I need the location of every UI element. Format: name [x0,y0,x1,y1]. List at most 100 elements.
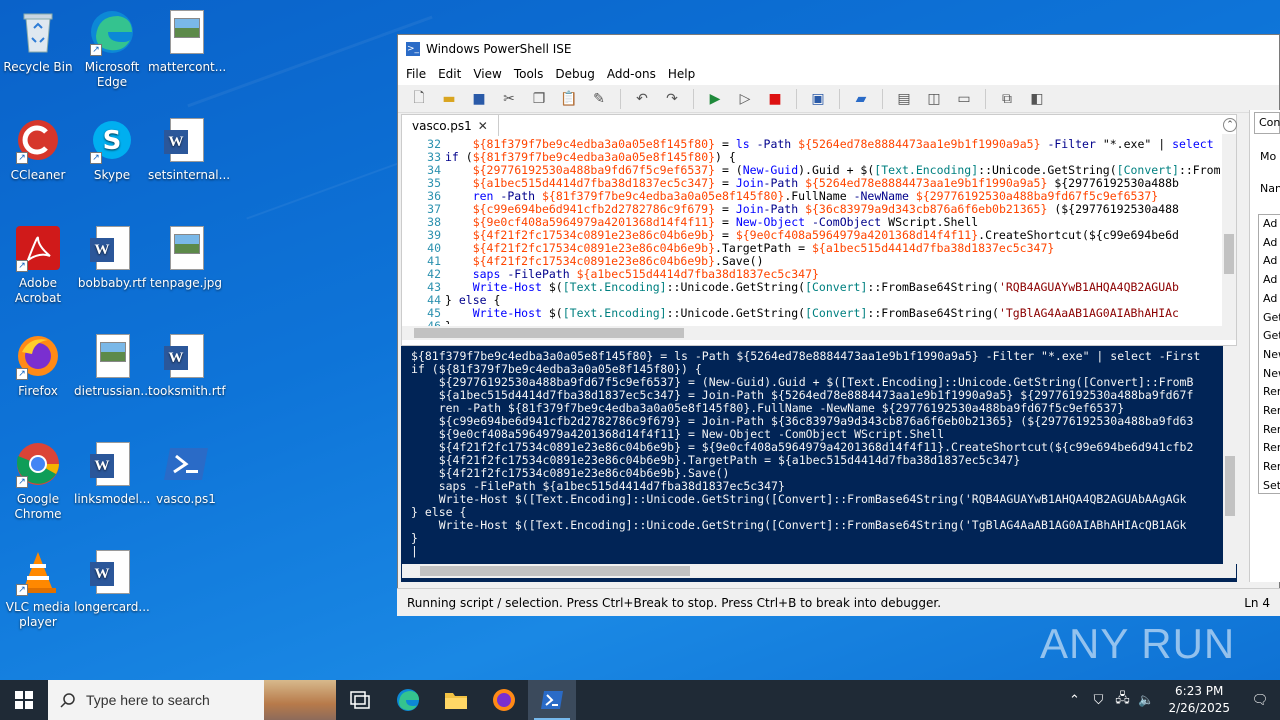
desktop-icon-label: Firefox [18,384,58,398]
collapse-script-pane-icon[interactable]: ⌃ [1223,118,1237,132]
commands-list[interactable]: AdAdAdAdAdGetGetNewNewRenRenRenRenRenSet… [1258,214,1280,494]
search-icon [60,693,75,708]
line-number-gutter: 323334353637383940414243444546 [401,138,441,333]
desktop-icon-label: setsinternal... [148,168,231,182]
desktop-icon-label: Google Chrome [14,492,62,521]
name-label: Nan [1260,182,1280,195]
desktop-icon-mattercont[interactable]: mattercont... [148,8,226,75]
command-list-item[interactable]: Get [1263,327,1280,346]
console-line: | [411,544,418,558]
console-line: Write-Host $([Text.Encoding]::Unicode.Ge… [411,518,1187,532]
desktop-icon-firefox[interactable]: ↗ Firefox [0,332,76,399]
ccleaner-icon: ↗ [14,116,62,164]
command-list-item[interactable]: Ad [1263,271,1280,290]
commands-tab[interactable]: Con [1254,112,1280,134]
desktop-icon-vasco-ps1[interactable]: vasco.ps1 [148,440,224,507]
command-list-item[interactable]: Ren [1263,439,1280,458]
command-list-item[interactable]: Ad [1263,290,1280,309]
script-tab-strip: vasco.ps1 ✕ [401,114,499,136]
command-list-item[interactable]: Set [1263,477,1280,493]
editor-vertical-scrollbar[interactable] [1222,134,1236,326]
taskbar: Type here to search ⌃ ⛉ 🖧 🔈 6:23 PM 2/26… [0,680,1280,720]
image-file-icon [88,332,136,380]
shortcut-arrow-icon: ↗ [16,476,28,488]
command-list-item[interactable]: New [1263,346,1280,365]
tab-label: vasco.ps1 [412,118,472,133]
status-text: Running script / selection. Press Ctrl+B… [407,596,942,610]
security-icon[interactable]: ⛉ [1086,693,1110,708]
command-list-item[interactable]: Ren [1263,421,1280,440]
scrollbar-thumb[interactable] [420,566,690,576]
desktop-icon-tooksmith-rtf[interactable]: W tooksmith.rtf [148,332,226,399]
commands-pane: Con Mo Nan AdAdAdAdAdGetGetNewNewRenRenR… [1249,110,1280,582]
desktop-icon-label: VLC media player [5,600,71,629]
anyrun-watermark: ANY RUN [1040,620,1236,667]
firefox-icon [493,689,515,711]
notifications-icon[interactable]: 🗨 [1240,693,1280,708]
vlc-cone-icon: ↗ [14,548,62,596]
desktop-icon-label: dietrussian... [74,384,152,398]
taskbar-firefox-button[interactable] [480,680,528,720]
command-list-item[interactable]: Ren [1263,402,1280,421]
command-list-item[interactable]: Ad [1263,215,1280,234]
command-list-item[interactable]: Ren [1263,383,1280,402]
command-list-item[interactable]: Ad [1263,234,1280,253]
task-view-button[interactable] [336,680,384,720]
show-hidden-icons-icon[interactable]: ⌃ [1062,693,1086,708]
desktop-icon-skype[interactable]: S ↗ Skype [74,116,150,183]
desktop-icon-google-chrome[interactable]: ↗ Google Chrome [0,440,76,522]
console-output-text[interactable]: ${81f379f7be9c4edba3a0a05e8f145f80} = ls… [411,350,1219,562]
word-document-icon: W [162,332,210,380]
adobe-acrobat-icon: ↗ [14,224,62,272]
desktop-icon-ccleaner[interactable]: ↗ CCleaner [0,116,76,183]
firefox-icon: ↗ [14,332,62,380]
search-placeholder: Type here to search [86,692,210,708]
code-line: Write-Host $([Text.Encoding]::Unicode.Ge… [472,280,1179,294]
desktop-icon-microsoft-edge[interactable]: ↗ Microsoft Edge [74,8,150,90]
desktop-icon-linksmodel[interactable]: W linksmodel... [74,440,150,507]
desktop-icon-label: vasco.ps1 [156,492,216,506]
desktop-icon-dietrussian[interactable]: dietrussian... [74,332,152,399]
desktop-icon-adobe-acrobat[interactable]: ↗ Adobe Acrobat [0,224,76,306]
edge-icon: ↗ [88,8,136,56]
network-icon[interactable]: 🖧 [1110,689,1134,711]
desktop-icon-label: Skype [93,168,131,182]
taskbar-edge-button[interactable] [384,680,432,720]
scrollbar-thumb[interactable] [414,328,684,338]
command-list-item[interactable]: New [1263,365,1280,384]
start-button[interactable] [0,680,48,720]
command-list-item[interactable]: Ad [1263,252,1280,271]
scrollbar-thumb[interactable] [1224,234,1234,274]
console-vertical-scrollbar[interactable] [1223,346,1237,564]
desktop-icon-setsinternal[interactable]: W setsinternal... [148,116,231,183]
recycle-bin-icon [14,8,62,56]
tab-vasco-ps1[interactable]: vasco.ps1 ✕ [401,114,499,136]
desktop-icon-bobbaby-rtf[interactable]: W bobbaby.rtf [74,224,150,291]
editor-horizontal-scrollbar[interactable] [402,326,1236,340]
close-tab-icon[interactable]: ✕ [478,116,488,136]
clock-date: 2/26/2025 [1168,701,1230,715]
skype-icon: S ↗ [88,116,136,164]
shortcut-arrow-icon: ↗ [16,584,28,596]
clock[interactable]: 6:23 PM 2/26/2025 [1158,683,1240,717]
desktop-icon-label: tooksmith.rtf [148,384,226,398]
taskbar-powershell-ise-button[interactable] [528,680,576,720]
console-horizontal-scrollbar[interactable] [402,564,1236,578]
volume-icon[interactable]: 🔈 [1134,693,1158,708]
taskbar-file-explorer-button[interactable] [432,680,480,720]
console-line: Write-Host $([Text.Encoding]::Unicode.Ge… [411,492,1187,506]
desktop-icon-label: bobbaby.rtf [77,276,147,290]
shortcut-arrow-icon: ↗ [16,260,28,272]
line-indicator: Ln 4 [1244,596,1270,610]
desktop-icon-tenpage-jpg[interactable]: tenpage.jpg [148,224,224,291]
desktop-icon-vlc[interactable]: ↗ VLC media player [0,548,76,630]
desktop-icon-recycle-bin[interactable]: Recycle Bin [0,8,76,75]
svg-text:S: S [103,126,122,156]
command-list-item[interactable]: Get [1263,309,1280,328]
command-list-item[interactable]: Ren [1263,458,1280,477]
taskbar-search-box[interactable]: Type here to search [48,680,336,720]
script-editor-text[interactable]: ${81f379f7be9c4edba3a0a05e8f145f80} = ls… [445,138,1221,324]
desktop-icon-longercard[interactable]: W longercard... [74,548,150,615]
scrollbar-thumb[interactable] [1225,456,1235,516]
folder-icon [445,693,467,709]
